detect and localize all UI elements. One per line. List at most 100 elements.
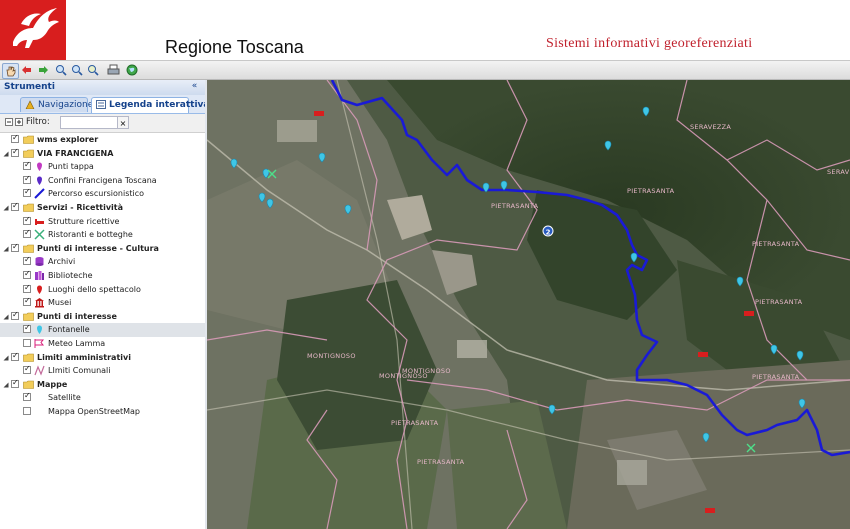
expand-arrow-icon[interactable] <box>3 355 9 361</box>
zoom-in-icon <box>56 65 67 76</box>
layer-label: LImiti Comunali <box>48 366 111 376</box>
pin-magenta-icon <box>37 162 42 172</box>
back-icon <box>22 66 31 74</box>
layer-group-row[interactable]: Limiti amministrativi <box>0 351 205 365</box>
expand-arrow-icon[interactable] <box>3 246 9 252</box>
zoom-in-button[interactable] <box>54 63 69 77</box>
layer-label: Ristoranti e botteghe <box>48 230 133 240</box>
map-place-label: PIETRASANTA <box>752 373 800 381</box>
regione-toscana-logo[interactable] <box>0 0 66 60</box>
layer-group-row[interactable]: VIA FRANCIGENA <box>0 147 205 161</box>
zoom-out-button[interactable] <box>70 63 85 77</box>
zoom-extent-icon <box>88 65 99 76</box>
pegasus-logo-icon <box>13 8 59 48</box>
folder-icon <box>23 312 34 321</box>
layer-row[interactable]: Musei <box>0 296 205 310</box>
forward-button[interactable] <box>36 63 51 77</box>
map-view[interactable]: 2 SERAVEZZA SERAV PIETRASANTA PIETRASANT… <box>207 80 850 529</box>
tools-panel-title: Strumenti <box>4 82 55 92</box>
layer-checkbox[interactable] <box>23 228 31 239</box>
layer-checkbox[interactable] <box>11 351 19 361</box>
layer-row[interactable]: Punti tappa <box>0 160 205 174</box>
bed-icon[interactable] <box>698 352 708 357</box>
layer-checkbox[interactable] <box>11 242 19 252</box>
map-place-label: MONTIGNOSO <box>307 352 356 360</box>
map-place-label: PIETRASANTA <box>417 458 465 466</box>
collapse-all-icon[interactable] <box>15 118 23 126</box>
pan-tool-button[interactable] <box>2 63 19 79</box>
layer-checkbox[interactable] <box>23 283 31 293</box>
layer-checkbox[interactable] <box>11 133 19 143</box>
folder-icon <box>23 149 34 158</box>
folder-icon <box>23 135 34 144</box>
layer-checkbox[interactable] <box>23 407 31 415</box>
layer-group-row[interactable]: Servizi - Ricettività <box>0 201 205 215</box>
layer-checkbox[interactable] <box>11 310 19 320</box>
layer-label: Confini Francigena Toscana <box>48 175 157 185</box>
layer-group-row[interactable]: Mappe <box>0 378 205 392</box>
layer-row[interactable]: Biblioteche <box>0 269 205 283</box>
layer-checkbox[interactable] <box>23 215 31 225</box>
layer-row[interactable]: Confini Francigena Toscana <box>0 174 205 188</box>
bed-icon[interactable] <box>705 508 715 513</box>
layer-checkbox[interactable] <box>23 339 31 347</box>
layer-row[interactable]: Satellite <box>0 391 205 405</box>
folder-icon <box>23 380 34 389</box>
route-line-icon <box>34 188 45 200</box>
layer-row[interactable]: Archivi <box>0 255 205 269</box>
layer-group-row[interactable]: wms explorer <box>0 133 205 147</box>
map-place-label: SERAVEZZA <box>690 123 732 131</box>
back-button[interactable] <box>19 63 34 77</box>
expand-all-icon[interactable] <box>5 118 13 126</box>
layer-row[interactable]: Mappa OpenStreetMap <box>0 405 205 419</box>
layer-checkbox[interactable] <box>23 255 31 266</box>
layer-checkbox[interactable] <box>11 378 19 388</box>
layer-checkbox[interactable] <box>23 391 31 402</box>
layer-group-row[interactable]: Punti di interesse - Cultura <box>0 242 205 256</box>
expand-arrow-icon[interactable] <box>3 205 9 211</box>
layer-group-row[interactable]: Punti di interesse <box>0 310 205 324</box>
layer-row[interactable]: Ristoranti e botteghe <box>0 228 205 242</box>
expand-arrow-icon[interactable] <box>3 314 9 320</box>
map-place-label: PIETRASANTA <box>627 187 675 195</box>
pin-red-icon <box>37 285 42 294</box>
expand-arrow-icon[interactable] <box>3 151 9 157</box>
folder-icon <box>23 244 34 253</box>
collapse-panel-button[interactable]: « <box>189 81 200 92</box>
layer-row[interactable]: Luoghi dello spettacolo <box>0 283 205 297</box>
filter-input[interactable] <box>60 116 124 129</box>
filter-clear-button[interactable]: × <box>117 116 129 129</box>
layer-row[interactable]: Fontanelle <box>0 323 205 337</box>
layer-label: Satellite <box>48 393 81 403</box>
layer-checkbox[interactable] <box>11 201 19 211</box>
fountain-pin-icon <box>37 325 42 335</box>
layer-row[interactable]: Percorso escursionistico <box>0 187 205 201</box>
layer-checkbox[interactable] <box>23 174 31 184</box>
layer-label: Percorso escursionistico <box>48 189 145 199</box>
cutlery-icon <box>34 229 45 240</box>
tab-legenda-interattiva[interactable]: Legenda interattiva <box>91 97 205 113</box>
layer-row[interactable]: Meteo Lamma <box>0 337 205 351</box>
legend-icon <box>96 100 106 109</box>
panel-tabs: Navigazione Legenda interattiva <box>0 95 205 114</box>
layer-checkbox[interactable] <box>23 364 31 375</box>
map-toolbar <box>0 60 850 80</box>
layer-row[interactable]: Strutture ricettive <box>0 215 205 229</box>
layer-checkbox[interactable] <box>23 160 31 171</box>
expand-arrow-icon[interactable] <box>3 382 9 388</box>
satellite-map[interactable]: 2 <box>207 80 850 529</box>
globe-button[interactable] <box>125 63 140 77</box>
bed-icon[interactable] <box>314 111 324 116</box>
layer-checkbox[interactable] <box>23 269 31 279</box>
layer-checkbox[interactable] <box>23 187 31 198</box>
layer-row[interactable]: LImiti Comunali <box>0 364 205 378</box>
tab-navigazione[interactable]: Navigazione <box>20 97 93 112</box>
layer-checkbox[interactable] <box>23 323 31 334</box>
bed-icon[interactable] <box>744 311 754 316</box>
zoom-extent-button[interactable] <box>86 63 101 77</box>
layer-checkbox[interactable] <box>11 147 19 157</box>
globe-icon <box>126 64 138 76</box>
layer-group-label: Servizi - Ricettività <box>37 203 124 212</box>
layer-checkbox[interactable] <box>23 296 31 307</box>
print-button[interactable] <box>106 63 121 77</box>
